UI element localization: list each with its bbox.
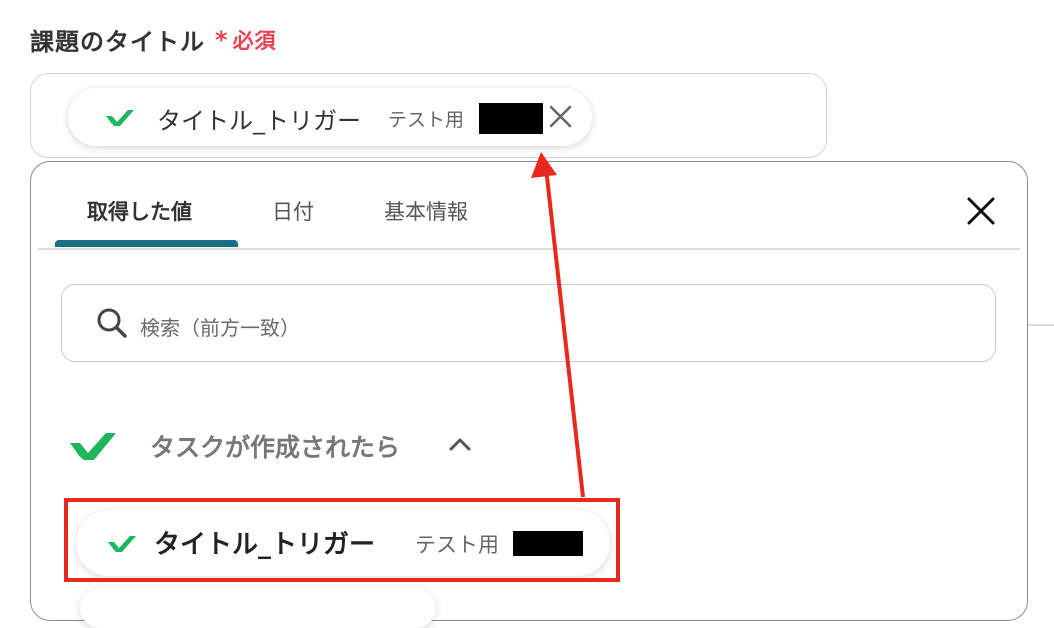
trigger-group-title[interactable]: タスクが作成されたら (150, 428, 400, 464)
tab-date[interactable]: 日付 (272, 196, 314, 226)
value-list-item[interactable] (80, 588, 436, 628)
selected-token-chip[interactable]: タイトル_トリガー テスト用 (68, 88, 592, 146)
redacted-block (479, 103, 543, 134)
close-icon[interactable] (966, 196, 996, 226)
remove-token-icon[interactable] (548, 104, 573, 129)
tab-divider (38, 248, 1020, 250)
field-label: 課題のタイトル * 必須 (30, 22, 277, 57)
search-placeholder: 検索（前方一致） (140, 316, 300, 340)
active-tab-indicator (55, 240, 238, 247)
tab-basic-info[interactable]: 基本情報 (384, 196, 468, 226)
tab-acquired-values[interactable]: 取得した値 (87, 196, 192, 226)
required-asterisk: * (215, 25, 229, 54)
token-name: タイトル_トリガー (157, 107, 361, 135)
required-label: 必須 (232, 28, 277, 53)
wrike-check-icon (106, 110, 134, 126)
token-subtext: テスト用 (388, 109, 465, 131)
wrike-check-icon (70, 433, 116, 460)
background-divider (1028, 324, 1054, 326)
field-label-text: 課題のタイトル (30, 28, 205, 56)
search-icon (97, 308, 127, 338)
chevron-up-icon[interactable] (448, 436, 472, 452)
annotation-highlight-box (64, 498, 620, 582)
